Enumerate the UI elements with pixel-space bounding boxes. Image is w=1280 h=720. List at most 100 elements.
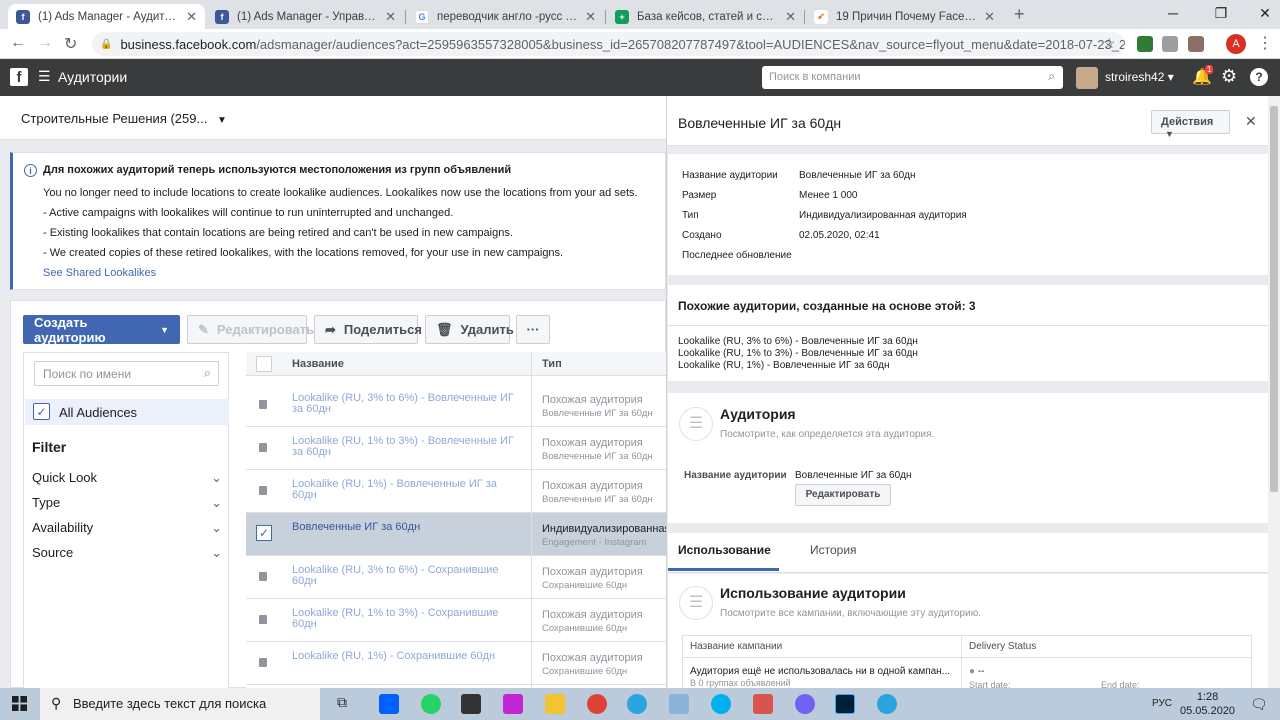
audience-name[interactable]: Вовлеченные ИГ за 60дн	[292, 522, 518, 533]
audience-name[interactable]: Lookalike (RU, 3% to 6%) - Вовлеченные И…	[292, 393, 518, 415]
audiences-table: Название Тип Lookalike (RU, 3% to 6%) - …	[246, 352, 666, 688]
calculator-icon[interactable]	[461, 694, 481, 714]
new-tab-button[interactable]: +	[1014, 4, 1025, 25]
language-indicator[interactable]: РУС	[1152, 698, 1172, 709]
profile-avatar[interactable]: A	[1226, 34, 1246, 54]
extension-icon[interactable]	[1188, 36, 1204, 52]
business-search-input[interactable]: Поиск в компании ⌕	[762, 66, 1063, 89]
page-scrollbar[interactable]	[1268, 96, 1280, 688]
whatsapp-icon[interactable]	[421, 694, 441, 714]
app-icon[interactable]	[753, 694, 773, 714]
close-tab-icon[interactable]: ✕	[186, 9, 197, 25]
browser-tab[interactable]: f (1) Ads Manager - Управление р ✕	[207, 4, 404, 29]
lookalike-item[interactable]: Lookalike (RU, 1%) - Вовлеченные ИГ за 6…	[678, 360, 918, 372]
bookmark-star-icon[interactable]: ☆	[1103, 35, 1116, 52]
facebook-logo-icon[interactable]: f	[10, 68, 28, 86]
telegram-icon[interactable]	[627, 694, 647, 714]
filter-type[interactable]: Type ⌄	[32, 495, 222, 511]
task-view-icon[interactable]: ⧉	[337, 694, 357, 714]
telegram-icon[interactable]	[877, 694, 897, 714]
create-audience-button[interactable]: Создать аудиторию ▼	[23, 315, 180, 345]
all-audiences-item[interactable]: ✓ All Audiences	[25, 399, 229, 425]
close-icon[interactable]: ✕	[1245, 113, 1257, 130]
browser-tab[interactable]: G переводчик англо -русс - Поис ✕	[407, 4, 604, 29]
table-row[interactable]: Lookalike (RU, 1% to 3%) - Вовлеченные И…	[246, 427, 666, 470]
back-icon[interactable]: ←	[10, 34, 26, 52]
delete-button[interactable]: 🗑 Удалить	[425, 315, 514, 344]
extension-icon[interactable]	[1162, 36, 1178, 52]
all-audiences-label: All Audiences	[59, 405, 138, 420]
reload-icon[interactable]: ↻	[64, 34, 77, 54]
active-tab-indicator	[668, 568, 779, 571]
notifications-icon[interactable]: 🗨	[1250, 696, 1268, 713]
edit-audience-button[interactable]: Редактировать	[795, 484, 891, 506]
table-row[interactable]: Lookalike (RU, 1% to 3%) - Сохранившие 6…	[246, 599, 666, 642]
column-name[interactable]: Название	[292, 358, 344, 370]
filter-source[interactable]: Source ⌄	[32, 545, 222, 561]
browser-tab[interactable]: f (1) Ads Manager - Аудитории ✕	[8, 4, 205, 29]
windows-start-icon[interactable]	[12, 696, 27, 711]
select-all-checkbox[interactable]	[256, 356, 272, 372]
share-button[interactable]: ➦ Поделиться	[314, 315, 422, 344]
tab-separator	[605, 10, 606, 24]
close-tab-icon[interactable]: ✕	[785, 9, 796, 25]
filter-availability[interactable]: Availability ⌄	[32, 520, 222, 536]
minimize-icon[interactable]: ─	[1162, 5, 1184, 21]
app-icon[interactable]	[503, 694, 523, 714]
column-type[interactable]: Тип	[542, 358, 562, 370]
taskbar-search[interactable]: ⚲ Введите здесь текст для поиска	[40, 688, 320, 720]
table-row[interactable]: Lookalike (RU, 3% to 6%) - Сохранившие 6…	[246, 556, 666, 599]
audience-name[interactable]: Lookalike (RU, 1% to 3%) - Сохранившие 6…	[292, 608, 518, 630]
viber-icon[interactable]	[795, 694, 815, 714]
table-row-selected[interactable]: ✓ Вовлеченные ИГ за 60дн Индивидуализирова…	[246, 513, 666, 556]
close-tab-icon[interactable]: ✕	[984, 9, 995, 25]
avatar[interactable]	[1076, 67, 1098, 89]
app-icon[interactable]	[669, 694, 689, 714]
close-tab-icon[interactable]: ✕	[585, 9, 596, 25]
row-checkbox[interactable]: ✓	[256, 525, 272, 541]
maximize-icon[interactable]: ❐	[1210, 5, 1232, 22]
audience-name[interactable]: Lookalike (RU, 1%) - Сохранившие 60дн	[292, 651, 518, 662]
table-row[interactable]: Lookalike (RU, 1%) - Вовлеченные ИГ за 6…	[246, 470, 666, 513]
user-menu[interactable]: stroiresh42 ▾	[1105, 70, 1174, 84]
photoshop-icon[interactable]	[835, 694, 855, 714]
address-bar[interactable]: 🔒 business.facebook.com/adsmanager/audie…	[92, 32, 1125, 56]
close-tab-icon[interactable]: ✕	[385, 9, 396, 25]
account-selector[interactable]: Строительные Решения (259... ▼	[21, 111, 227, 126]
audience-name[interactable]: Lookalike (RU, 1% to 3%) - Вовлеченные И…	[292, 436, 518, 458]
chrome-icon[interactable]	[587, 694, 607, 714]
lookalike-item[interactable]: Lookalike (RU, 3% to 6%) - Вовлеченные И…	[678, 336, 918, 348]
lookalike-item[interactable]: Lookalike (RU, 1% to 3%) - Вовлеченные И…	[678, 348, 918, 360]
actions-dropdown[interactable]: Действия ▼	[1151, 110, 1230, 139]
name-search-input[interactable]: Поиск по имени ⌕	[34, 361, 219, 386]
help-icon[interactable]: ?	[1250, 68, 1268, 86]
table-row[interactable]: Lookalike (RU, 3% to 6%) - Вовлеченные И…	[246, 384, 666, 427]
dropbox-icon[interactable]	[379, 694, 399, 714]
scrollbar-thumb[interactable]	[1270, 106, 1278, 492]
browser-tab[interactable]: ➶ 19 Причин Почему Facebook За ✕	[806, 4, 1003, 29]
extension-icon[interactable]	[1137, 36, 1153, 52]
forward-icon[interactable]: →	[37, 34, 53, 52]
browser-tab[interactable]: + База кейсов, статей и специали ✕	[607, 4, 804, 29]
more-button[interactable]: ···	[516, 315, 550, 344]
menu-icon[interactable]: ☰	[38, 68, 51, 85]
tab-history[interactable]: История	[810, 543, 857, 557]
field-label: Название аудитории	[684, 470, 787, 481]
gear-icon[interactable]: ⚙	[1221, 66, 1237, 87]
tab-usage[interactable]: Использование	[678, 543, 771, 557]
close-window-icon[interactable]: ✕	[1254, 5, 1276, 22]
tab-title: переводчик англо -русс - Поис	[437, 10, 579, 23]
table-row[interactable]: Lookalike (RU, 1%) - Сохранившие 60дн Пох…	[246, 642, 666, 685]
audience-name[interactable]: Lookalike (RU, 1%) - Вовлеченные ИГ за 6…	[292, 479, 518, 501]
filter-quick-look[interactable]: Quick Look ⌄	[32, 470, 222, 486]
file-explorer-icon[interactable]	[545, 694, 565, 714]
system-clock[interactable]: 1:28 05.05.2020	[1180, 690, 1235, 718]
checkbox[interactable]: ✓	[33, 403, 50, 420]
browser-menu-icon[interactable]: ⋮	[1257, 33, 1273, 53]
see-shared-lookalikes-link[interactable]: See Shared Lookalikes	[43, 267, 156, 279]
skype-icon[interactable]	[711, 694, 731, 714]
end-date-label: End date:	[1101, 680, 1140, 688]
edit-button[interactable]: ✎ Редактировать	[187, 315, 314, 344]
button-label: Редактировать	[216, 322, 315, 337]
audience-name[interactable]: Lookalike (RU, 3% to 6%) - Сохранившие 6…	[292, 565, 518, 587]
